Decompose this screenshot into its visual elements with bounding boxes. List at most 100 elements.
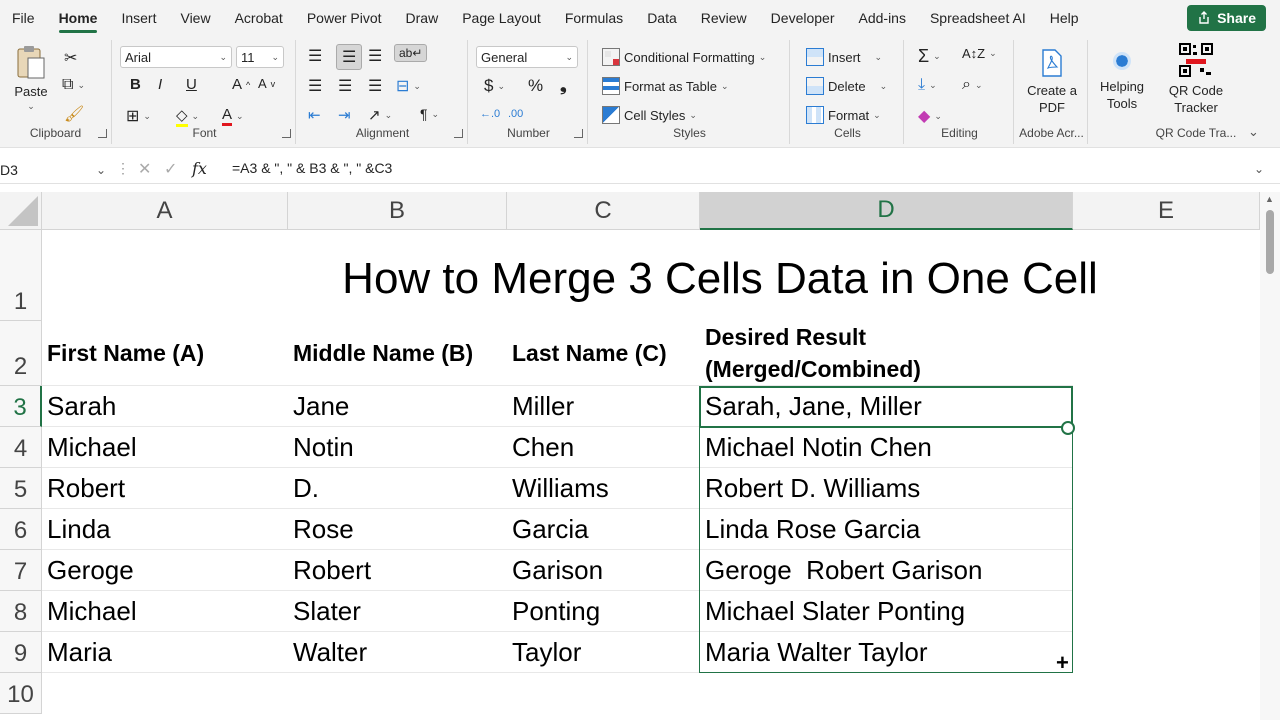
row-header-4[interactable]: 4: [0, 427, 42, 468]
menu-acrobat[interactable]: Acrobat: [223, 0, 295, 36]
menu-data[interactable]: Data: [635, 0, 689, 36]
decrease-decimal-button[interactable]: .00: [508, 108, 523, 120]
cell-b4[interactable]: Notin: [288, 427, 507, 468]
percent-button[interactable]: %: [528, 76, 543, 96]
cell-c7[interactable]: Garison: [507, 550, 700, 591]
dialog-launcher-icon[interactable]: [98, 129, 107, 138]
insert-cells-button[interactable]: Insert ⌄: [806, 48, 882, 66]
cell-a5[interactable]: Robert: [42, 468, 288, 509]
fill-color-button[interactable]: ◇ ⌄: [176, 106, 199, 127]
underline-button[interactable]: U: [186, 76, 197, 93]
menu-spreadsheet-ai[interactable]: Spreadsheet AI: [918, 0, 1038, 36]
dialog-launcher-icon[interactable]: [454, 129, 463, 138]
find-select-button[interactable]: ⌕ ⌄: [962, 76, 983, 94]
row-header-3[interactable]: 3: [0, 386, 42, 427]
sheet-title[interactable]: How to Merge 3 Cells Data in One Cell: [290, 254, 1150, 304]
formula-input[interactable]: =A3 & ", " & B3 & ", " &C3: [232, 160, 392, 176]
merge-center-button[interactable]: ⊟ ⌄: [396, 76, 421, 96]
increase-indent-button[interactable]: ⇥: [338, 106, 351, 124]
orientation-button[interactable]: ↗ ⌄: [368, 106, 392, 124]
number-format-select[interactable]: General ⌄: [476, 46, 578, 68]
align-center-button[interactable]: ☰: [338, 76, 352, 96]
row-header-8[interactable]: 8: [0, 591, 42, 632]
share-button[interactable]: Share: [1187, 5, 1266, 31]
row-header-1[interactable]: 1: [0, 230, 42, 321]
decrease-indent-button[interactable]: ⇤: [308, 106, 321, 124]
align-top-button[interactable]: ☰: [308, 46, 322, 66]
cell-c5[interactable]: Williams: [507, 468, 700, 509]
font-color-button[interactable]: A ⌄: [222, 106, 244, 126]
cancel-icon[interactable]: ✕: [138, 159, 151, 179]
menu-home[interactable]: Home: [47, 0, 110, 36]
cell-d8[interactable]: Michael Slater Ponting: [700, 591, 1073, 632]
row-header-5[interactable]: 5: [0, 468, 42, 509]
cell-d5[interactable]: Robert D. Williams: [700, 468, 1073, 509]
autosum-button[interactable]: Σ ⌄: [918, 46, 941, 67]
cell-styles-button[interactable]: Cell Styles ⌄: [602, 106, 697, 124]
menu-formulas[interactable]: Formulas: [553, 0, 635, 36]
select-all-corner[interactable]: [0, 192, 42, 230]
cell-b6[interactable]: Rose: [288, 509, 507, 550]
menu-developer[interactable]: Developer: [759, 0, 847, 36]
align-right-button[interactable]: ☰: [368, 76, 382, 96]
format-painter-button[interactable]: 🖌: [64, 104, 84, 124]
menu-add-ins[interactable]: Add-ins: [847, 0, 918, 36]
create-pdf-button[interactable]: Create a PDF: [1022, 48, 1082, 116]
fill-handle[interactable]: [1061, 421, 1075, 435]
insert-function-icon[interactable]: fx: [192, 159, 207, 178]
menu-draw[interactable]: Draw: [394, 0, 451, 36]
sort-filter-button[interactable]: A↕Z ⌄: [962, 46, 997, 61]
helping-tools-button[interactable]: Helping Tools: [1094, 48, 1150, 112]
cell-a3[interactable]: Sarah: [42, 386, 288, 427]
cell-c4[interactable]: Chen: [507, 427, 700, 468]
font-size-select[interactable]: 11 ⌄: [236, 46, 284, 68]
dialog-launcher-icon[interactable]: [282, 129, 291, 138]
menu-page-layout[interactable]: Page Layout: [450, 0, 553, 36]
row-header-9[interactable]: 9: [0, 632, 42, 673]
column-header-c[interactable]: C: [507, 192, 700, 230]
row-header-10[interactable]: 10: [0, 673, 42, 714]
collapse-ribbon-button[interactable]: ⌄: [1248, 124, 1259, 140]
header-last-name[interactable]: Last Name (C): [507, 321, 700, 386]
increase-font-button[interactable]: A ^: [232, 76, 250, 93]
copy-button[interactable]: ⧉ ⌄: [62, 76, 85, 94]
cell-b8[interactable]: Slater: [288, 591, 507, 632]
cell-c8[interactable]: Ponting: [507, 591, 700, 632]
menu-review[interactable]: Review: [689, 0, 759, 36]
borders-button[interactable]: ⊞ ⌄: [126, 106, 151, 126]
header-desired-result[interactable]: Desired Result (Merged/Combined): [700, 321, 1073, 386]
clear-button[interactable]: ◆ ⌄: [918, 106, 942, 126]
align-bottom-button[interactable]: ☰: [368, 46, 382, 66]
cell-c3[interactable]: Miller: [507, 386, 700, 427]
cell-a7[interactable]: Geroge: [42, 550, 288, 591]
font-name-select[interactable]: Arial ⌄: [120, 46, 232, 68]
format-as-table-button[interactable]: Format as Table ⌄: [602, 77, 729, 95]
column-header-b[interactable]: B: [288, 192, 507, 230]
menu-file[interactable]: File: [0, 0, 47, 36]
cell-d7[interactable]: Geroge Robert Garison: [700, 550, 1073, 591]
cell-c6[interactable]: Garcia: [507, 509, 700, 550]
menu-view[interactable]: View: [168, 0, 222, 36]
italic-button[interactable]: I: [158, 76, 162, 93]
menu-insert[interactable]: Insert: [109, 0, 168, 36]
bold-button[interactable]: B: [130, 76, 141, 93]
expand-formula-bar-icon[interactable]: ⌄: [1254, 162, 1264, 176]
header-middle-name[interactable]: Middle Name (B): [288, 321, 507, 386]
cell-d4[interactable]: Michael Notin Chen: [700, 427, 1073, 468]
conditional-formatting-button[interactable]: Conditional Formatting ⌄: [602, 48, 766, 66]
row-header-6[interactable]: 6: [0, 509, 42, 550]
row-header-7[interactable]: 7: [0, 550, 42, 591]
align-middle-button[interactable]: ☰: [336, 44, 363, 70]
name-box[interactable]: D3 ⌄: [0, 158, 110, 182]
dialog-launcher-icon[interactable]: [574, 129, 583, 138]
cell-d3[interactable]: Sarah, Jane, Miller: [700, 386, 1073, 427]
qr-code-tracker-button[interactable]: QR Code Tracker: [1160, 42, 1232, 116]
column-header-e[interactable]: E: [1073, 192, 1260, 230]
cell-b3[interactable]: Jane: [288, 386, 507, 427]
delete-cells-button[interactable]: Delete ⌄: [806, 77, 887, 95]
menu-help[interactable]: Help: [1038, 0, 1091, 36]
row-header-2[interactable]: 2: [0, 321, 42, 386]
menu-power-pivot[interactable]: Power Pivot: [295, 0, 394, 36]
cell-b9[interactable]: Walter: [288, 632, 507, 673]
column-header-a[interactable]: A: [42, 192, 288, 230]
